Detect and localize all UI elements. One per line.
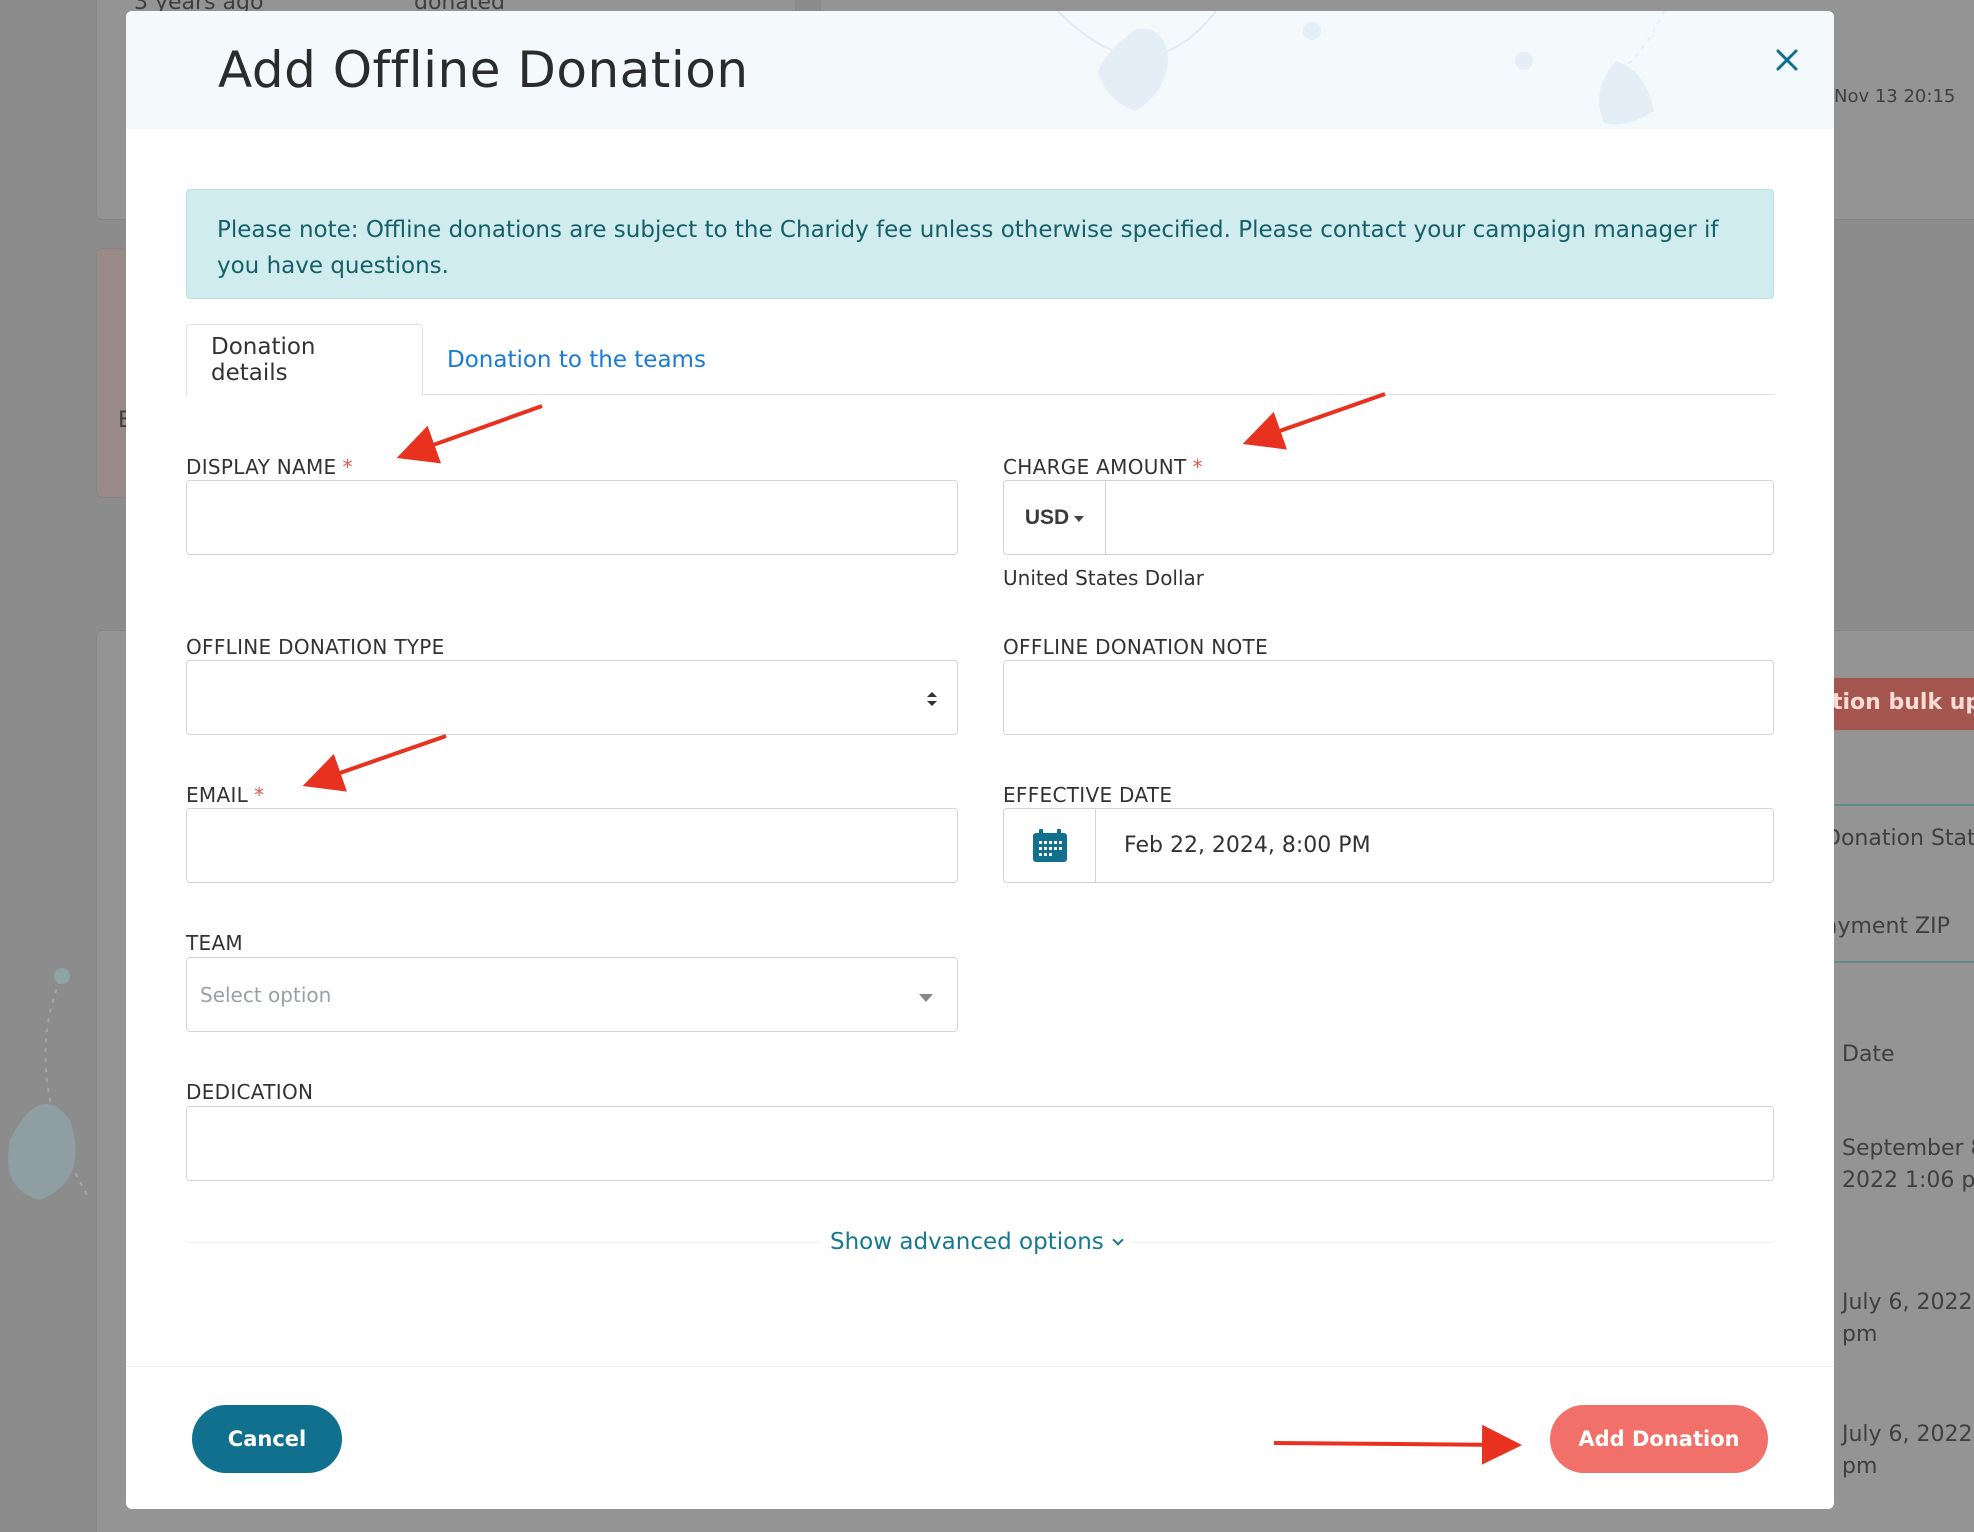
display-name-label-text: DISPLAY NAME — [186, 455, 337, 479]
currency-name: United States Dollar — [1003, 566, 1205, 590]
select-arrows-icon — [927, 692, 937, 706]
bg-col-date: Date — [1842, 1042, 1895, 1067]
charge-amount-label-text: CHARGE AMOUNT — [1003, 455, 1187, 479]
bg-row3-date-2: pm — [1842, 1454, 1878, 1479]
offline-donation-type-select[interactable] — [186, 660, 958, 735]
bg-divider-2 — [1834, 961, 1974, 963]
donation-tabs: Donation details Donation to the teams — [186, 324, 1774, 396]
fee-notice: Please note: Offline donations are subje… — [186, 189, 1774, 299]
charge-amount-label: CHARGE AMOUNT * — [1003, 455, 1203, 479]
bg-row2-date-2: pm — [1842, 1322, 1878, 1347]
bg-col-donation-status: Donation Stat — [1824, 826, 1974, 851]
bg-divider-1 — [1834, 804, 1974, 806]
email-input[interactable] — [186, 808, 958, 883]
offline-donation-type-label: OFFLINE DONATION TYPE — [186, 635, 445, 659]
header-hearts-decoration-icon — [1057, 11, 1665, 125]
cancel-button[interactable]: Cancel — [192, 1405, 342, 1473]
show-advanced-options-link[interactable]: Show advanced options — [820, 1224, 1132, 1260]
display-name-required: * — [342, 455, 353, 479]
bg-row2-date-1: July 6, 2022 — [1842, 1290, 1973, 1315]
add-offline-donation-modal: Add Offline Donation Please note: Offlin… — [126, 11, 1834, 1509]
footer-divider — [126, 1366, 1834, 1367]
close-button[interactable] — [1766, 39, 1808, 81]
effective-date-input[interactable]: Feb 22, 2024, 8:00 PM — [1003, 808, 1774, 883]
display-name-input[interactable] — [186, 480, 958, 555]
modal-title: Add Offline Donation — [218, 41, 749, 99]
caret-down-icon — [1074, 515, 1085, 522]
bg-row1-date-1: September 8 — [1842, 1136, 1974, 1161]
charge-amount-input[interactable]: USD — [1003, 480, 1774, 555]
advanced-link-label: Show advanced options — [830, 1229, 1104, 1255]
effective-date-label: EFFECTIVE DATE — [1003, 783, 1173, 807]
email-required: * — [254, 783, 265, 807]
charge-amount-required: * — [1192, 455, 1203, 479]
email-label: EMAIL * — [186, 783, 264, 807]
add-donation-button[interactable]: Add Donation — [1550, 1405, 1768, 1473]
tab-donation-details[interactable]: Donation details — [186, 324, 423, 396]
calendar-icon — [1032, 828, 1067, 862]
team-select[interactable]: Select option — [186, 957, 958, 1032]
team-placeholder: Select option — [200, 982, 332, 1007]
offline-donation-note-input[interactable] — [1003, 660, 1774, 735]
bg-row1-date-2: 2022 1:06 pr — [1842, 1168, 1974, 1193]
modal-header: Add Offline Donation — [126, 11, 1834, 129]
chevron-down-icon — [919, 994, 933, 1002]
dedication-label: DEDICATION — [186, 1080, 314, 1104]
bg-row3-date-1: July 6, 2022 — [1842, 1422, 1973, 1447]
display-name-label: DISPLAY NAME * — [186, 455, 353, 479]
bg-heart-decoration-icon — [8, 968, 91, 1201]
dedication-input[interactable] — [186, 1106, 1774, 1181]
currency-code: USD — [1024, 505, 1070, 529]
bg-chart-time: Nov 13 20:15 — [1834, 86, 1956, 107]
effective-date-value: Feb 22, 2024, 8:00 PM — [1124, 833, 1371, 858]
close-icon — [1776, 49, 1798, 71]
team-label: TEAM — [186, 931, 243, 955]
email-label-text: EMAIL — [186, 783, 249, 807]
offline-donation-note-label: OFFLINE DONATION NOTE — [1003, 635, 1269, 659]
currency-dropdown[interactable]: USD — [1004, 481, 1106, 554]
calendar-button[interactable] — [1004, 809, 1096, 882]
bg-bulk-upload-label: tion bulk uplo — [1832, 690, 1974, 715]
tab-donation-to-teams[interactable]: Donation to the teams — [423, 324, 730, 395]
bg-col-payment-zip: ayment ZIP — [1824, 914, 1950, 939]
chevron-down-icon — [1112, 1233, 1124, 1246]
